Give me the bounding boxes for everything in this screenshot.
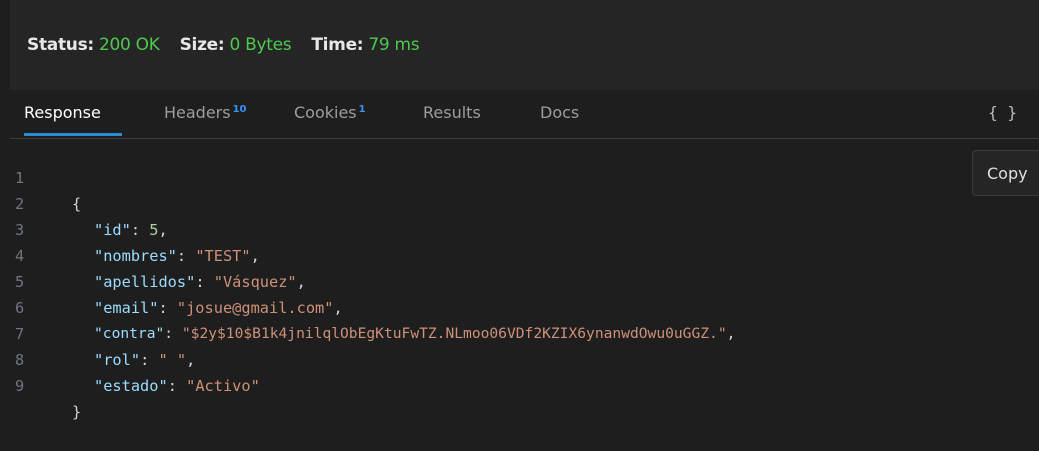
- size-value: 0 Bytes: [229, 35, 292, 55]
- code-line: 1 {: [10, 139, 1039, 213]
- time-label: Time:: [311, 35, 364, 55]
- code-line: 8 "estado": "Activo": [10, 321, 1039, 395]
- copy-button[interactable]: Copy: [972, 150, 1039, 196]
- code-line: 3 "nombres": "TEST",: [10, 191, 1039, 265]
- time-value: 79 ms: [368, 35, 420, 55]
- size-stat: Size: 0 Bytes: [180, 35, 292, 55]
- response-panel: Status: 200 OK Size: 0 Bytes Time: 79 ms…: [10, 0, 1039, 427]
- tab-results-label: Results: [423, 103, 481, 122]
- code-line: 2 "id": 5,: [10, 165, 1039, 239]
- code-line: 7 "rol": " ",: [10, 295, 1039, 369]
- response-body-editor[interactable]: 1 { 2 "id": 5, 3 "nombres": "TEST", 4 "a…: [10, 139, 1039, 427]
- tab-docs-label: Docs: [540, 103, 580, 122]
- tab-response[interactable]: Response: [24, 103, 101, 122]
- code-line: 9 }: [10, 347, 1039, 421]
- status-line: Status: 200 OK Size: 0 Bytes Time: 79 ms: [27, 35, 439, 55]
- line-number: 9: [15, 377, 25, 395]
- status-stat: Status: 200 OK: [27, 35, 160, 55]
- status-value: 200 OK: [99, 35, 160, 55]
- tab-headers[interactable]: Headers 10: [164, 103, 247, 122]
- json-sep: :: [167, 377, 187, 395]
- time-stat: Time: 79 ms: [311, 35, 419, 55]
- tab-results[interactable]: Results: [423, 103, 481, 122]
- json-string: "Activo": [186, 377, 260, 395]
- format-braces-icon[interactable]: { }: [988, 103, 1017, 122]
- code-line: 5 "email": "josue@gmail.com",: [10, 243, 1039, 317]
- status-bar: Status: 200 OK Size: 0 Bytes Time: 79 ms: [10, 0, 1039, 90]
- tab-docs[interactable]: Docs: [540, 103, 579, 122]
- tab-response-label: Response: [24, 103, 101, 122]
- code-line: 6 "contra": "$2y$10$B1k4jnilqlObEgKtuFwT…: [10, 269, 1039, 342]
- active-tab-indicator: [24, 133, 122, 136]
- tab-bar: Response Headers 10 Cookies 1 Results Docs…: [10, 90, 1039, 139]
- status-label: Status:: [27, 35, 94, 55]
- headers-count-badge: 10: [232, 103, 247, 115]
- tab-headers-label: Headers: [164, 103, 231, 122]
- close-brace: }: [72, 403, 82, 421]
- tab-cookies-label: Cookies: [294, 103, 357, 122]
- size-label: Size:: [179, 35, 225, 55]
- tab-cookies[interactable]: Cookies 1: [294, 103, 366, 122]
- code-line: 4 "apellidos": "Vásquez",: [10, 217, 1039, 291]
- cookies-count-badge: 1: [358, 103, 366, 115]
- json-key: "estado": [94, 377, 168, 395]
